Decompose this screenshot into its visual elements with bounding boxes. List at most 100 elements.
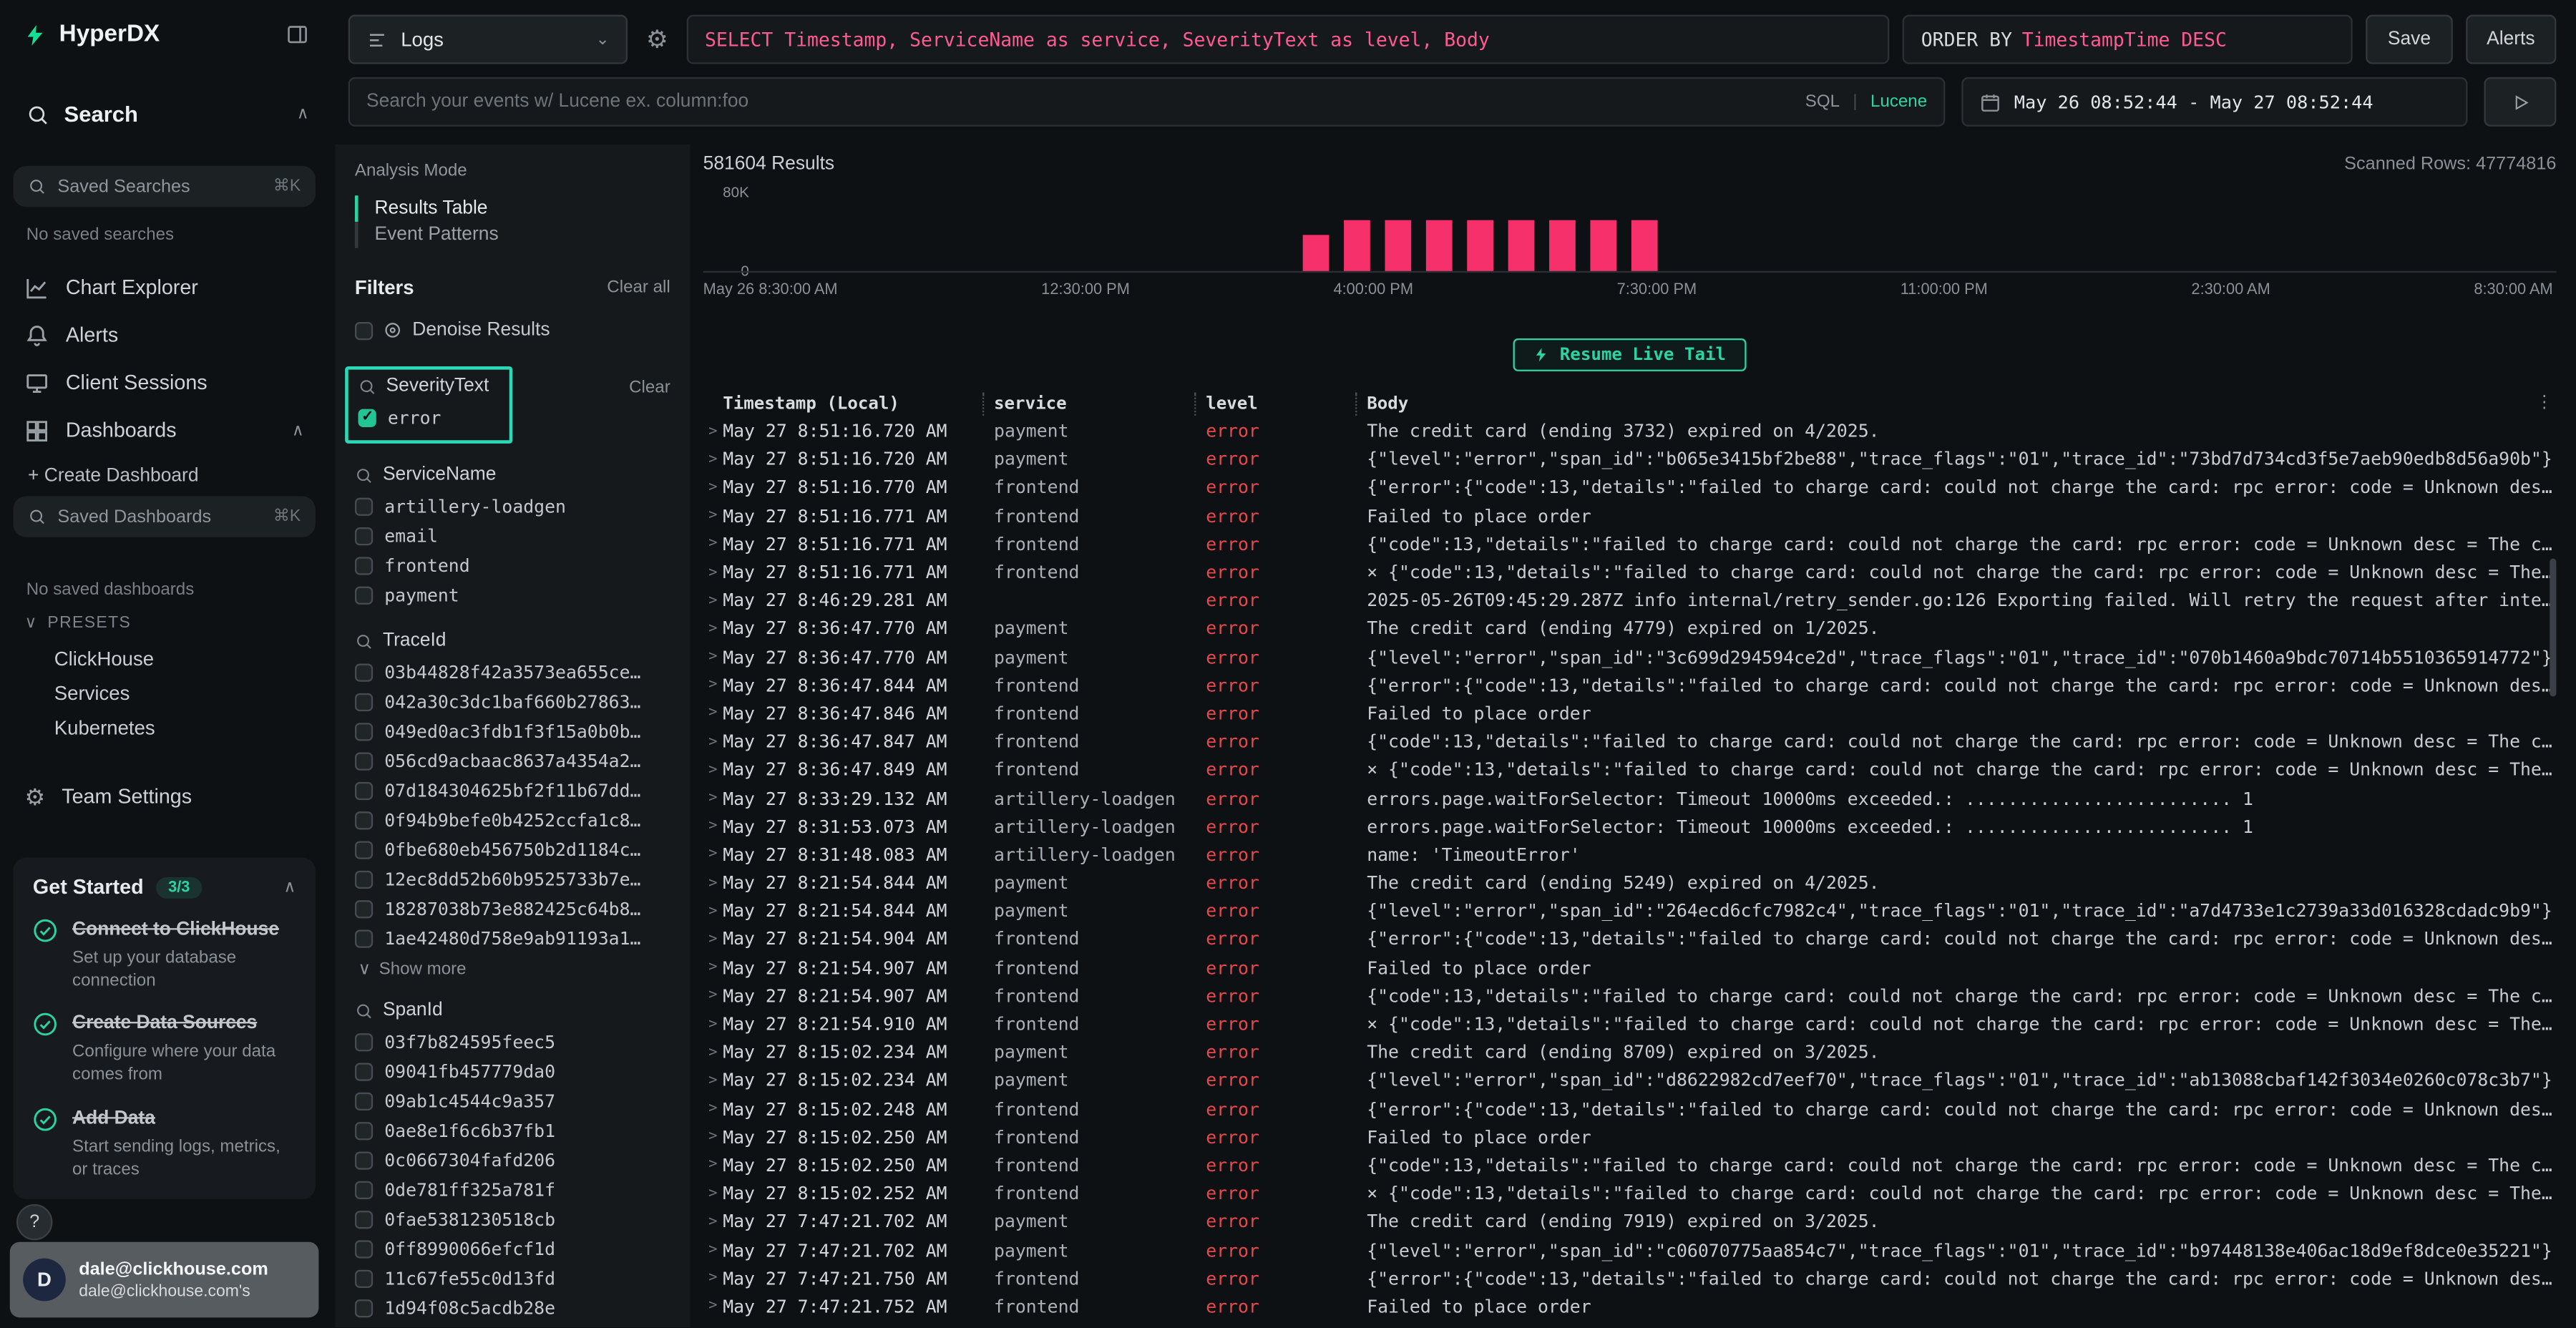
histogram-bar[interactable] [1549,220,1576,271]
sidebar-item-client-sessions[interactable]: Client Sessions [0,361,328,404]
resume-live-tail-button[interactable]: Resume Live Tail [1514,338,1746,371]
sidebar-item-dashboards[interactable]: Dashboards ∧ [0,409,328,452]
traceid-filter-checkbox[interactable]: 0f94b9befe0b4252ccfa1c8… [355,805,670,834]
table-row[interactable]: > May 27 8:21:54.907 AM frontend error {… [703,982,2557,1010]
mode-results-table[interactable]: Results Table [355,195,670,222]
row-expand-chevron-icon[interactable]: > [703,733,723,750]
sidebar-preset-item[interactable]: Services [54,677,316,711]
table-row[interactable]: > May 27 7:47:21.702 AM payment error Th… [703,1208,2557,1236]
row-expand-chevron-icon[interactable]: > [703,508,723,524]
sql-select-input[interactable]: SELECT Timestamp, ServiceName as service… [687,15,1890,64]
histogram-bar[interactable] [1508,220,1535,271]
service-filter-checkbox[interactable]: artillery-loadgen [355,491,670,520]
table-row[interactable]: > May 27 8:51:16.771 AM frontend error {… [703,530,2557,558]
traceid-filter-checkbox[interactable]: 03b44828f42a3573ea655ce… [355,657,670,686]
row-expand-chevron-icon[interactable]: > [703,1129,723,1146]
checkbox[interactable] [355,1151,373,1168]
run-query-button[interactable] [2484,77,2556,127]
table-row[interactable]: > May 27 8:51:16.720 AM payment error {"… [703,446,2557,474]
table-row[interactable]: > May 27 8:46:29.281 AM error 2025-05-26… [703,587,2557,615]
service-filter-checkbox[interactable]: payment [355,580,670,609]
table-row[interactable]: > May 27 8:15:02.252 AM frontend error ×… [703,1180,2557,1208]
row-expand-chevron-icon[interactable]: > [703,1100,723,1117]
checkbox[interactable] [355,585,373,603]
checkbox[interactable] [355,1062,373,1080]
col-header-level[interactable]: level [1194,393,1355,416]
traceid-filter-checkbox[interactable]: 042a30c3dc1baf660b27863… [355,687,670,716]
spanid-filter-checkbox[interactable]: 03f7b824595feec5 [355,1027,670,1056]
spanid-filter-checkbox[interactable]: 09ab1c4544c9a357 [355,1086,670,1115]
row-expand-chevron-icon[interactable]: > [703,1186,723,1202]
spanid-filter-checkbox[interactable]: 1d94f08c5acdb28e [355,1293,670,1322]
table-row[interactable]: > May 27 8:51:16.770 AM frontend error {… [703,474,2557,502]
events-histogram[interactable]: 80K 0 [703,184,2557,273]
checkbox[interactable] [355,1269,373,1287]
clear-all-filters-button[interactable]: Clear all [607,278,670,298]
table-row[interactable]: > May 27 7:47:21.752 AM frontend error F… [703,1292,2557,1320]
language-toggle-sql[interactable]: SQL [1805,92,1840,112]
show-more-traceid[interactable]: ∨ Show more [358,960,670,980]
spanid-filter-checkbox[interactable]: 0c0667304fafd206 [355,1145,670,1174]
mode-event-patterns[interactable]: Event Patterns [355,222,670,248]
histogram-bar[interactable] [1426,220,1453,271]
checkbox[interactable] [355,1092,373,1110]
table-row[interactable]: > May 27 7:47:21.702 AM payment error {"… [703,1236,2557,1264]
spanid-filter-checkbox[interactable]: 0de781ff325a781f [355,1175,670,1204]
row-expand-chevron-icon[interactable]: > [703,592,723,609]
filter-group-name[interactable]: TraceId [383,631,447,651]
traceid-filter-checkbox[interactable]: 0fbe680eb456750b2d1184c… [355,834,670,864]
table-row[interactable]: > May 27 8:15:02.234 AM payment error {"… [703,1067,2557,1095]
clear-severity-filter-button[interactable]: Clear [629,378,670,398]
checkbox[interactable] [355,811,373,829]
spanid-filter-checkbox[interactable]: 11c67fe55c0d13fd [355,1264,670,1293]
table-row[interactable]: > May 27 8:15:02.248 AM frontend error {… [703,1095,2557,1123]
row-expand-chevron-icon[interactable]: > [703,621,723,638]
col-header-timestamp[interactable]: Timestamp (Local) [723,394,982,414]
chevron-up-icon[interactable]: ∧ [283,878,296,896]
row-expand-chevron-icon[interactable]: > [703,790,723,806]
source-settings-gear-icon[interactable]: ⚙ [640,24,673,54]
spanid-filter-checkbox[interactable]: 0fae5381230518cb [355,1204,670,1234]
traceid-filter-checkbox[interactable]: 049ed0ac3fdb1f3f15a0b0b… [355,716,670,746]
event-search-box[interactable]: SQL | Lucene [348,77,1946,127]
histogram-bar[interactable] [1590,220,1616,271]
row-expand-chevron-icon[interactable]: > [703,846,723,863]
table-row[interactable]: > May 27 8:33:29.132 AM artillery-loadge… [703,784,2557,812]
severity-error-checkbox[interactable]: error [358,403,489,432]
create-dashboard-button[interactable]: + Create Dashboard [28,467,199,487]
table-row[interactable]: > May 27 8:31:53.073 AM artillery-loadge… [703,813,2557,841]
table-row[interactable]: > May 27 8:21:54.910 AM frontend error ×… [703,1010,2557,1038]
row-expand-chevron-icon[interactable]: > [703,1242,723,1259]
row-expand-chevron-icon[interactable]: > [703,451,723,468]
traceid-filter-checkbox[interactable]: 12ec8dd52b60b9525733b7e… [355,864,670,894]
row-expand-chevron-icon[interactable]: > [703,536,723,552]
filter-group-name[interactable]: SeverityText [386,376,489,396]
column-settings-kebab-icon[interactable]: ⋮ [2536,393,2553,413]
checkbox[interactable] [355,497,373,515]
get-started-item[interactable]: Create Data Sources Configure where your… [33,1012,296,1087]
table-row[interactable]: > May 27 8:51:16.720 AM payment error Th… [703,417,2557,445]
row-expand-chevron-icon[interactable]: > [703,649,723,665]
service-filter-checkbox[interactable]: frontend [355,550,670,580]
table-row[interactable]: > May 27 8:36:47.849 AM frontend error ×… [703,756,2557,784]
table-row[interactable]: > May 27 8:36:47.847 AM frontend error {… [703,728,2557,756]
table-row[interactable]: > May 27 8:15:02.234 AM payment error Th… [703,1038,2557,1066]
table-row[interactable]: > May 27 8:36:47.770 AM payment error {"… [703,643,2557,671]
checkbox[interactable] [355,1181,373,1198]
checkbox[interactable] [355,840,373,858]
chevron-up-icon[interactable]: ∧ [292,421,304,439]
source-select[interactable]: Logs ⌄ [348,15,628,64]
row-expand-chevron-icon[interactable]: > [703,1270,723,1286]
alerts-button[interactable]: Alerts [2465,15,2556,64]
checkbox[interactable] [355,1239,373,1257]
table-row[interactable]: > May 27 8:36:47.846 AM frontend error F… [703,700,2557,728]
chevron-up-icon[interactable]: ∧ [297,105,309,123]
checkbox[interactable] [355,663,373,680]
checkbox[interactable] [355,1121,373,1139]
checkbox-checked[interactable] [358,409,376,426]
row-expand-chevron-icon[interactable]: > [703,706,723,722]
row-expand-chevron-icon[interactable]: > [703,762,723,778]
histogram-bar[interactable] [1467,220,1493,271]
row-expand-chevron-icon[interactable]: > [703,479,723,496]
row-expand-chevron-icon[interactable]: > [703,1016,723,1032]
